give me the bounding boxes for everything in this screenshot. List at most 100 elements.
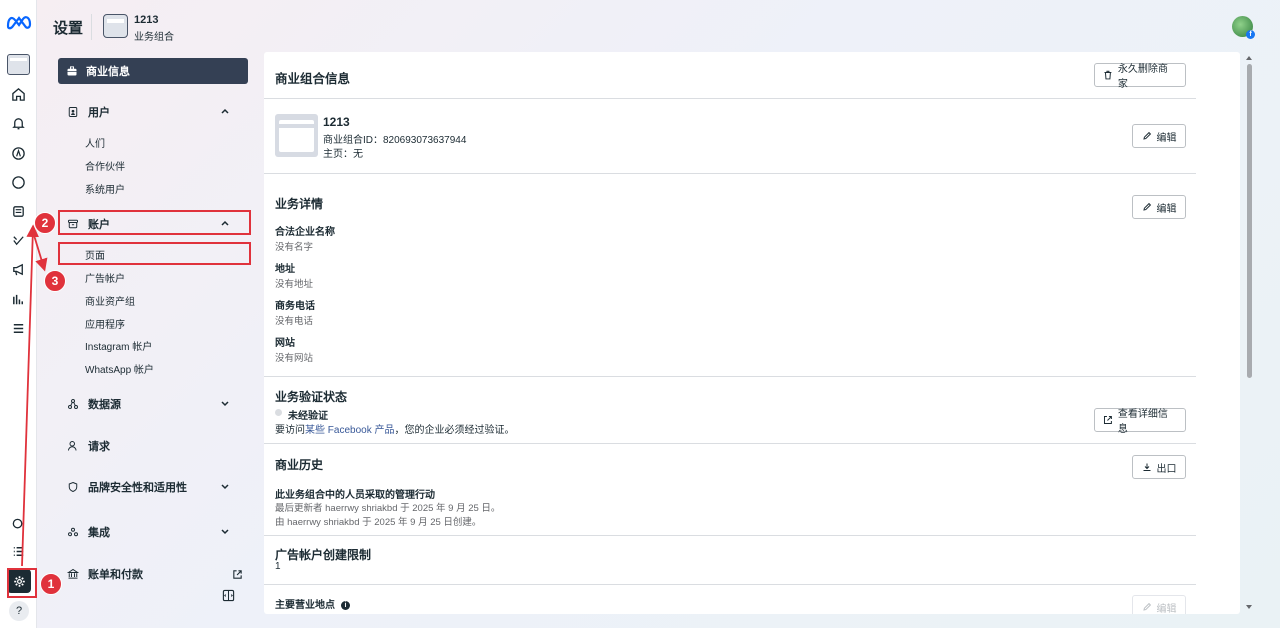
panel-title: 商业组合信息 — [275, 72, 351, 86]
briefcase-icon — [67, 66, 77, 76]
history-created: 由 haerrwy shriakbd 于 2025 年 9 月 25 日创建。 — [275, 517, 482, 528]
website-label: 网站 — [275, 338, 295, 349]
left-rail: ? — [0, 0, 37, 628]
phone-value: 没有电话 — [275, 316, 314, 327]
export-button[interactable]: 出口 — [1132, 455, 1186, 479]
annotation-badge-2: 2 — [34, 212, 56, 234]
nav-section-integrations[interactable]: 集成 — [58, 519, 248, 545]
edit-details-button[interactable]: 编辑 — [1132, 195, 1186, 219]
nav-section-brand-safety-label: 品牌安全性和适用性 — [88, 482, 187, 494]
delete-business-label: 永久删除商家 — [1117, 64, 1168, 90]
nav-section-data-sources-label: 数据源 — [88, 399, 121, 411]
collapse-sidebar-icon[interactable] — [222, 589, 235, 602]
annotation-highlight-accounts — [58, 210, 251, 235]
nav-business-info-label: 商业信息 — [86, 66, 130, 78]
nav-section-data-sources[interactable]: 数据源 — [58, 391, 248, 417]
business-name: 1213 — [323, 115, 350, 129]
nav-item-ad-accounts[interactable]: 广告帐户 — [85, 270, 125, 285]
search-icon[interactable] — [8, 514, 29, 535]
history-last-updated: 最后更新者 haerrwy shriakbd 于 2025 年 9 月 25 日… — [275, 503, 501, 514]
nav-item-apps[interactable]: 应用程序 — [85, 316, 125, 331]
trash-icon — [1104, 70, 1112, 80]
primary-location-title: 主要营业地点 i — [275, 596, 350, 611]
edit-location-button[interactable]: 编辑 — [1132, 595, 1186, 614]
edit-label: 编辑 — [1156, 603, 1177, 615]
nav-item-partners[interactable]: 合作伙伴 — [85, 158, 125, 173]
external-link-icon[interactable] — [232, 569, 243, 580]
divider — [264, 443, 1196, 444]
help-button[interactable]: ? — [9, 601, 29, 621]
divider — [264, 98, 1196, 99]
scrollbar-thumb[interactable] — [1247, 64, 1252, 378]
legal-name-value: 没有名字 — [275, 242, 314, 253]
megaphone-icon[interactable] — [8, 259, 29, 280]
user-badge-icon — [66, 106, 79, 119]
business-portfolio-avatar[interactable] — [103, 14, 128, 38]
annotation-highlight-pages — [58, 242, 251, 265]
nav-section-users[interactable]: 用户 — [58, 99, 248, 125]
divider — [264, 173, 1196, 174]
business-id: 商业组合ID：820693073637944 — [323, 135, 467, 146]
divider — [264, 584, 1196, 585]
delete-business-button[interactable]: 永久删除商家 — [1094, 63, 1186, 90]
facebook-products-link[interactable]: 某些 Facebook 产品 — [305, 425, 394, 436]
history-subtitle: 此业务组合中的人员采取的管理行动 — [275, 490, 435, 501]
verification-note-suffix: ，您的企业必须经过验证。 — [394, 425, 515, 436]
nav-item-people[interactable]: 人们 — [85, 135, 105, 150]
scroll-down-arrow-icon[interactable] — [1246, 605, 1252, 609]
list-icon[interactable] — [8, 541, 29, 562]
automation-icon[interactable] — [8, 230, 29, 251]
verification-note-prefix: 要访问 — [275, 425, 305, 436]
ad-limit-value: 1 — [275, 561, 281, 572]
business-profile-picture[interactable] — [275, 114, 318, 157]
nav-section-billing[interactable]: 账单和付款 — [58, 561, 248, 587]
verification-status: 未经验证 — [288, 411, 328, 422]
business-portfolio-name[interactable]: 1213 — [134, 14, 158, 26]
content-library-icon[interactable] — [8, 201, 29, 222]
download-icon — [1143, 463, 1150, 471]
business-info-panel: 商业组合信息 永久删除商家 1213 商业组合ID：82069307363794… — [264, 52, 1240, 614]
address-value: 没有地址 — [275, 279, 314, 290]
user-avatar[interactable]: f — [1232, 16, 1255, 39]
nav-section-brand-safety[interactable]: 品牌安全性和适用性 — [58, 474, 248, 500]
nav-section-requests-label: 请求 — [88, 441, 110, 453]
external-link-icon — [1103, 416, 1112, 424]
pencil-icon — [1142, 131, 1151, 140]
nav-item-business-asset-groups[interactable]: 商业资产组 — [85, 293, 135, 308]
messages-icon[interactable] — [8, 172, 29, 193]
edit-label: 编辑 — [1156, 203, 1177, 215]
ads-compass-icon[interactable] — [8, 143, 29, 164]
nav-section-requests[interactable]: 请求 — [58, 433, 248, 459]
view-details-button[interactable]: 查看详细信息 — [1094, 408, 1186, 435]
history-title: 商业历史 — [275, 458, 324, 472]
nav-item-system-users[interactable]: 系统用户 — [85, 181, 125, 196]
legal-name-label: 合法企业名称 — [275, 227, 335, 238]
website-value: 没有网站 — [275, 353, 314, 364]
divider — [264, 535, 1196, 536]
header-divider — [91, 14, 92, 40]
edit-business-button[interactable]: 编辑 — [1132, 124, 1186, 148]
chevron-down-icon — [221, 529, 229, 535]
verification-note: 要访问某些 Facebook 产品，您的企业必须经过验证。 — [275, 421, 514, 436]
pencil-icon — [1142, 202, 1151, 211]
all-tools-menu-icon[interactable] — [8, 318, 29, 339]
person-add-icon — [66, 440, 79, 453]
nav-section-billing-label: 账单和付款 — [88, 569, 143, 581]
integrations-icon — [66, 526, 79, 539]
nav-business-info[interactable]: 商业信息 — [58, 58, 248, 84]
home-icon[interactable] — [8, 84, 29, 105]
nav-item-instagram-accounts[interactable]: Instagram 帐户 — [85, 338, 152, 353]
status-dot-icon — [275, 409, 282, 416]
page-title: 设置 — [53, 20, 84, 37]
notifications-bell-icon[interactable] — [8, 113, 29, 134]
business-portfolio-type: 业务组合 — [134, 32, 174, 43]
annotation-highlight-settings — [7, 568, 37, 598]
meta-logo-icon[interactable] — [6, 14, 32, 30]
business-portfolio-icon[interactable] — [7, 54, 30, 75]
export-label: 出口 — [1156, 463, 1177, 475]
scroll-up-arrow-icon[interactable] — [1246, 56, 1252, 60]
info-icon[interactable]: i — [341, 600, 350, 610]
nav-item-whatsapp-accounts[interactable]: WhatsApp 帐户 — [85, 361, 154, 376]
nav-section-users-label: 用户 — [88, 107, 110, 119]
insights-chart-icon[interactable] — [8, 289, 29, 310]
